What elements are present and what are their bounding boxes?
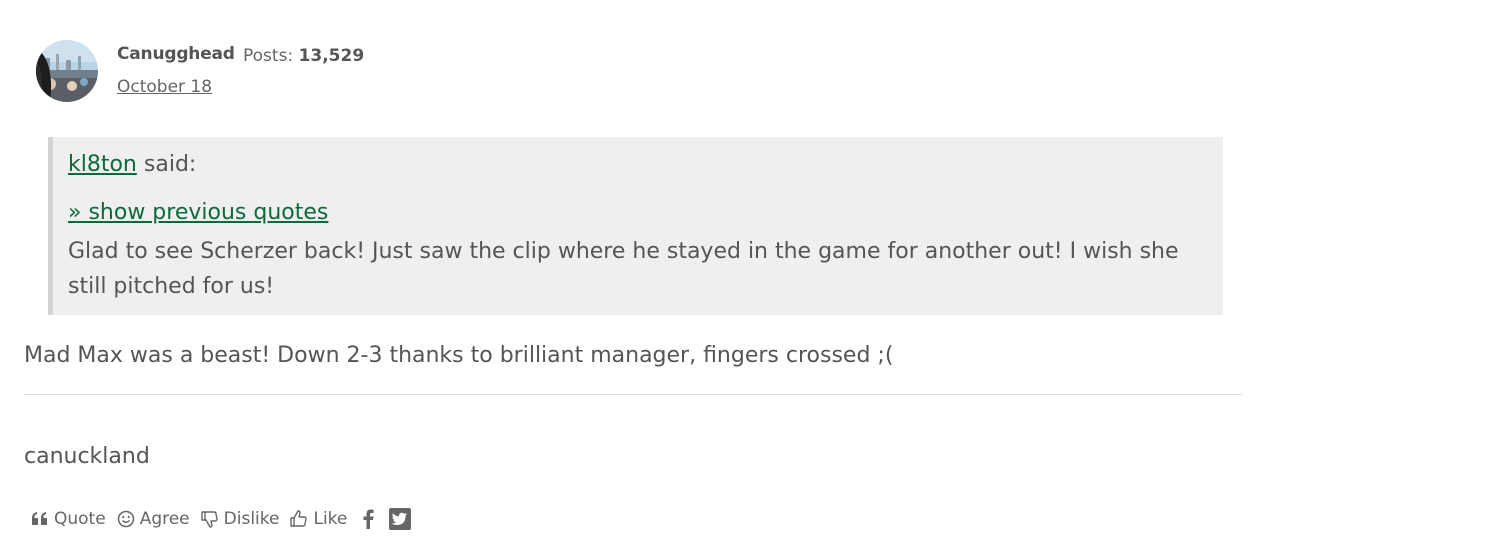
quoted-user-link[interactable]: kl8ton	[68, 152, 137, 177]
author-name[interactable]: Canugghead	[117, 44, 235, 64]
signature-divider	[24, 394, 1242, 395]
posts-count: 13,529	[298, 46, 365, 66]
dislike-button[interactable]: Dislike	[200, 509, 280, 529]
quote-text: Glad to see Scherzer back! Just saw the …	[68, 239, 1179, 299]
avatar[interactable]	[36, 40, 98, 102]
twitter-icon[interactable]	[389, 508, 412, 530]
smiley-icon	[116, 509, 136, 529]
said-text: said:	[136, 152, 197, 177]
agree-label: Agree	[139, 509, 190, 529]
like-label: Like	[313, 509, 348, 529]
signature: canuckland	[24, 444, 150, 469]
blockquote: kl8ton said: » show previous quotes Glad…	[48, 137, 1223, 315]
quote-icon	[30, 509, 50, 529]
post-count: Posts: 13,529	[243, 46, 364, 66]
comment-meta: Canugghead Posts: 13,529 October 18	[36, 40, 636, 102]
show-previous-quotes-link[interactable]: » show previous quotes	[68, 200, 328, 225]
comment-body: Mad Max was a beast! Down 2-3 thanks to …	[24, 343, 894, 368]
facebook-icon[interactable]	[357, 508, 379, 530]
dislike-label: Dislike	[223, 509, 280, 529]
posts-label: Posts:	[243, 46, 294, 66]
quote-attribution: kl8ton said:	[68, 152, 196, 177]
agree-button[interactable]: Agree	[116, 509, 190, 529]
thumbs-down-icon	[200, 509, 220, 529]
comment-date[interactable]: October 18	[117, 77, 212, 97]
quote-button[interactable]: Quote	[30, 509, 106, 529]
reaction-bar: Quote Agree Dislike Like	[30, 505, 421, 533]
like-button[interactable]: Like	[289, 509, 347, 529]
quote-label: Quote	[54, 509, 106, 529]
thumbs-up-icon	[289, 509, 309, 529]
